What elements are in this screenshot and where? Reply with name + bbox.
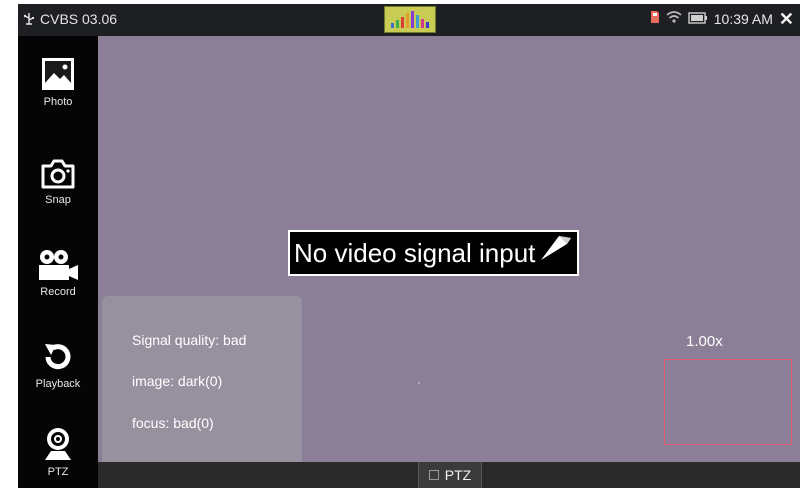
playback-icon — [45, 344, 71, 370]
sidebar-item-record[interactable]: Record — [18, 248, 98, 328]
sidebar-item-label: PTZ — [47, 466, 69, 478]
sd-card-icon — [650, 10, 660, 27]
ptz-checkbox-icon — [428, 470, 439, 480]
status-right: 10:39 AM ✕ — [650, 10, 794, 28]
sidebar-item-ptz[interactable]: PTZ — [18, 426, 98, 488]
video-preview[interactable]: No video signal input Signal quality: ba… — [98, 36, 800, 462]
device-screen: CVBS 03.06 10:39 AM ✕ Photo Snap Record … — [18, 4, 800, 488]
sidebar-item-playback[interactable]: Playback — [18, 340, 98, 420]
clock: 10:39 AM — [713, 10, 773, 27]
image-status-text: image: dark(0) — [132, 373, 223, 389]
video-camera-icon — [39, 250, 78, 280]
usb-icon — [22, 12, 36, 26]
sidebar-item-label: Playback — [35, 378, 81, 390]
no-signal-text: No video signal input — [294, 238, 536, 268]
bottom-bar: PTZ — [98, 462, 800, 488]
ptz-toggle-button[interactable]: PTZ — [418, 462, 482, 488]
no-signal-message: No video signal input — [288, 230, 580, 276]
sidebar-item-label: Record — [40, 286, 76, 298]
zoom-region-box[interactable] — [664, 359, 792, 445]
page-curl-icon — [539, 232, 573, 274]
ptz-camera-icon — [45, 428, 71, 460]
signal-meter-icon[interactable] — [384, 6, 436, 33]
sidebar-item-snap[interactable]: Snap — [18, 158, 98, 238]
signal-quality-text: Signal quality: bad — [132, 332, 247, 348]
sidebar-item-photo[interactable]: Photo — [18, 56, 98, 136]
signal-info-panel: Signal quality: bad image: dark(0) focus… — [102, 296, 302, 462]
photo-icon — [42, 58, 74, 90]
camera-icon — [41, 159, 75, 189]
app-title: CVBS 03.06 — [40, 11, 118, 27]
ptz-label: PTZ — [444, 467, 472, 483]
battery-icon — [688, 11, 708, 27]
wifi-icon — [666, 10, 682, 27]
zoom-level: 1.00x — [686, 333, 723, 350]
center-marker — [418, 382, 420, 384]
focus-status-text: focus: bad(0) — [132, 415, 214, 431]
sidebar: Photo Snap Record Playback PTZ — [18, 36, 98, 488]
sidebar-item-label: Photo — [43, 96, 73, 108]
status-left: CVBS 03.06 — [22, 11, 117, 27]
sidebar-item-label: Snap — [45, 194, 71, 206]
close-icon[interactable]: ✕ — [779, 10, 794, 28]
status-bar: CVBS 03.06 10:39 AM ✕ — [18, 4, 800, 36]
